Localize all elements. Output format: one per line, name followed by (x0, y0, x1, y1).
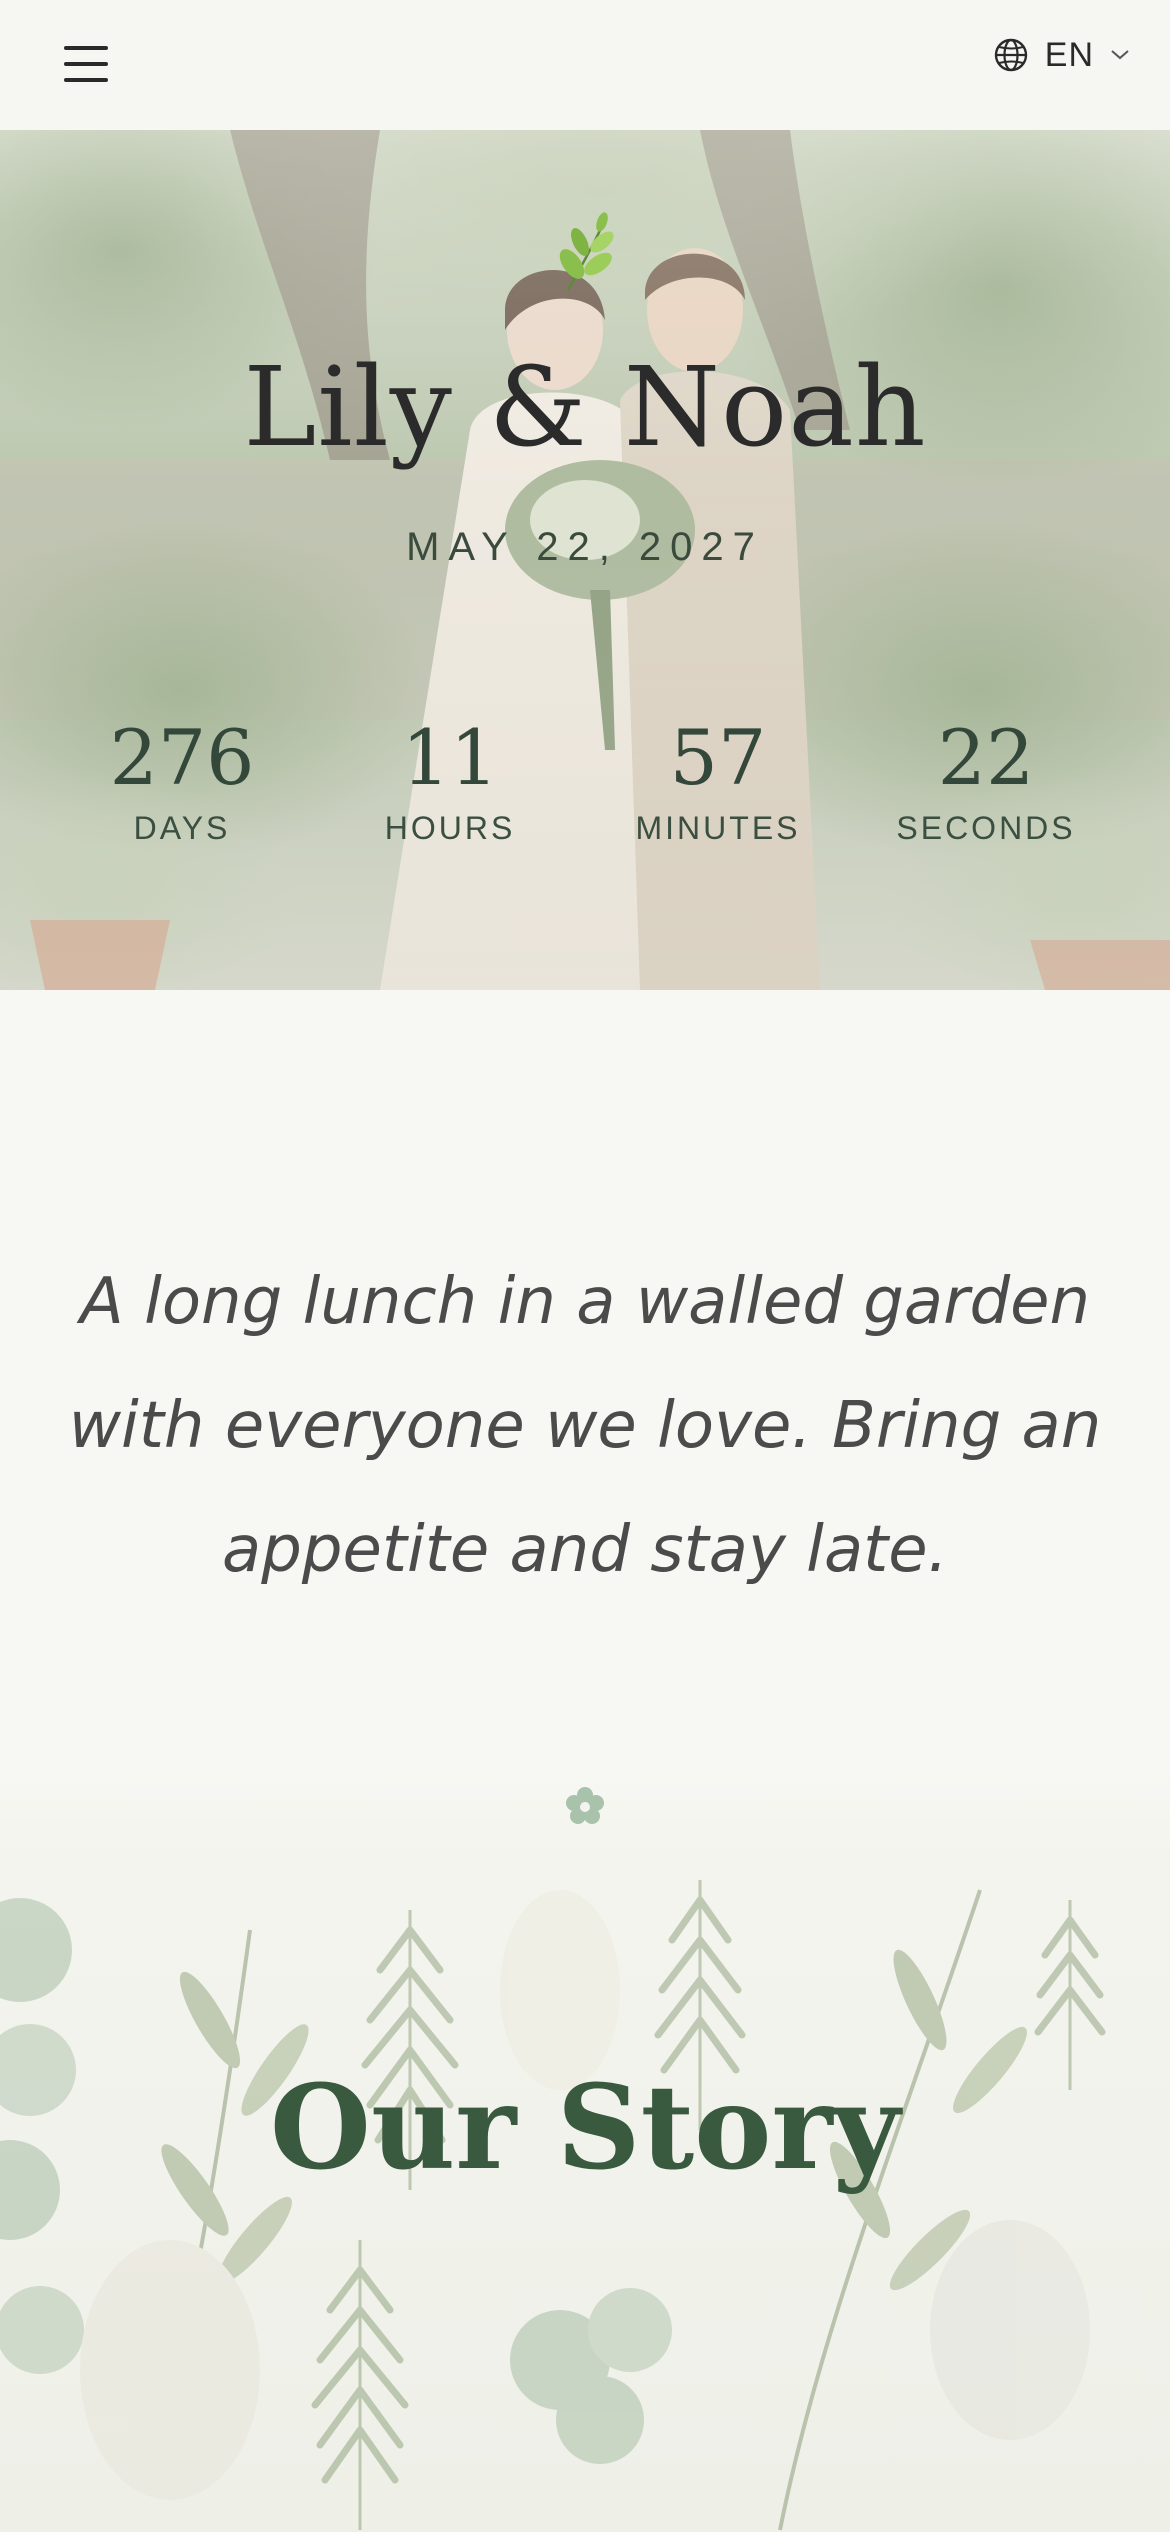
our-story-section: Our Story (0, 1770, 1170, 2532)
leaf-sprig-icon (559, 212, 614, 291)
countdown-label: SECONDS (896, 810, 1076, 846)
hero-section: Lily & Noah MAY 22, 2027 276 DAYS 11 HOU… (0, 130, 1170, 990)
hamburger-menu-icon[interactable] (58, 40, 118, 90)
flower-icon (566, 1787, 604, 1824)
countdown-seconds: 22 SECONDS (866, 720, 1106, 847)
countdown-label: MINUTES (635, 810, 801, 846)
countdown-value: 11 (401, 713, 499, 802)
section-title-our-story: Our Story (269, 2060, 901, 2196)
countdown-minutes: 57 MINUTES (598, 720, 838, 847)
countdown-value: 22 (937, 713, 1035, 802)
top-bar: EN (0, 0, 1170, 130)
wedding-date: MAY 22, 2027 (406, 525, 764, 569)
intro-line: appetite and stay late. (222, 1513, 948, 1587)
countdown-hours: 11 HOURS (330, 720, 570, 847)
countdown-label: DAYS (133, 810, 231, 846)
countdown-value: 57 (669, 713, 767, 802)
language-selector[interactable]: EN (993, 30, 1130, 80)
countdown-label: HOURS (384, 810, 516, 846)
globe-icon (994, 38, 1027, 72)
language-label: EN (1044, 35, 1094, 74)
intro-line: A long lunch in a walled garden (79, 1265, 1091, 1339)
countdown-days: 276 DAYS (62, 720, 302, 847)
couple-names: Lily & Noah (243, 343, 927, 471)
intro-line: with everyone we love. Bring an (68, 1389, 1102, 1463)
intro-text: A long lunch in a walled garden with eve… (60, 1240, 1110, 1612)
chevron-down-icon (1111, 50, 1129, 60)
countdown-value: 276 (109, 713, 255, 802)
hero-content: Lily & Noah MAY 22, 2027 276 DAYS 11 HOU… (0, 130, 1170, 990)
